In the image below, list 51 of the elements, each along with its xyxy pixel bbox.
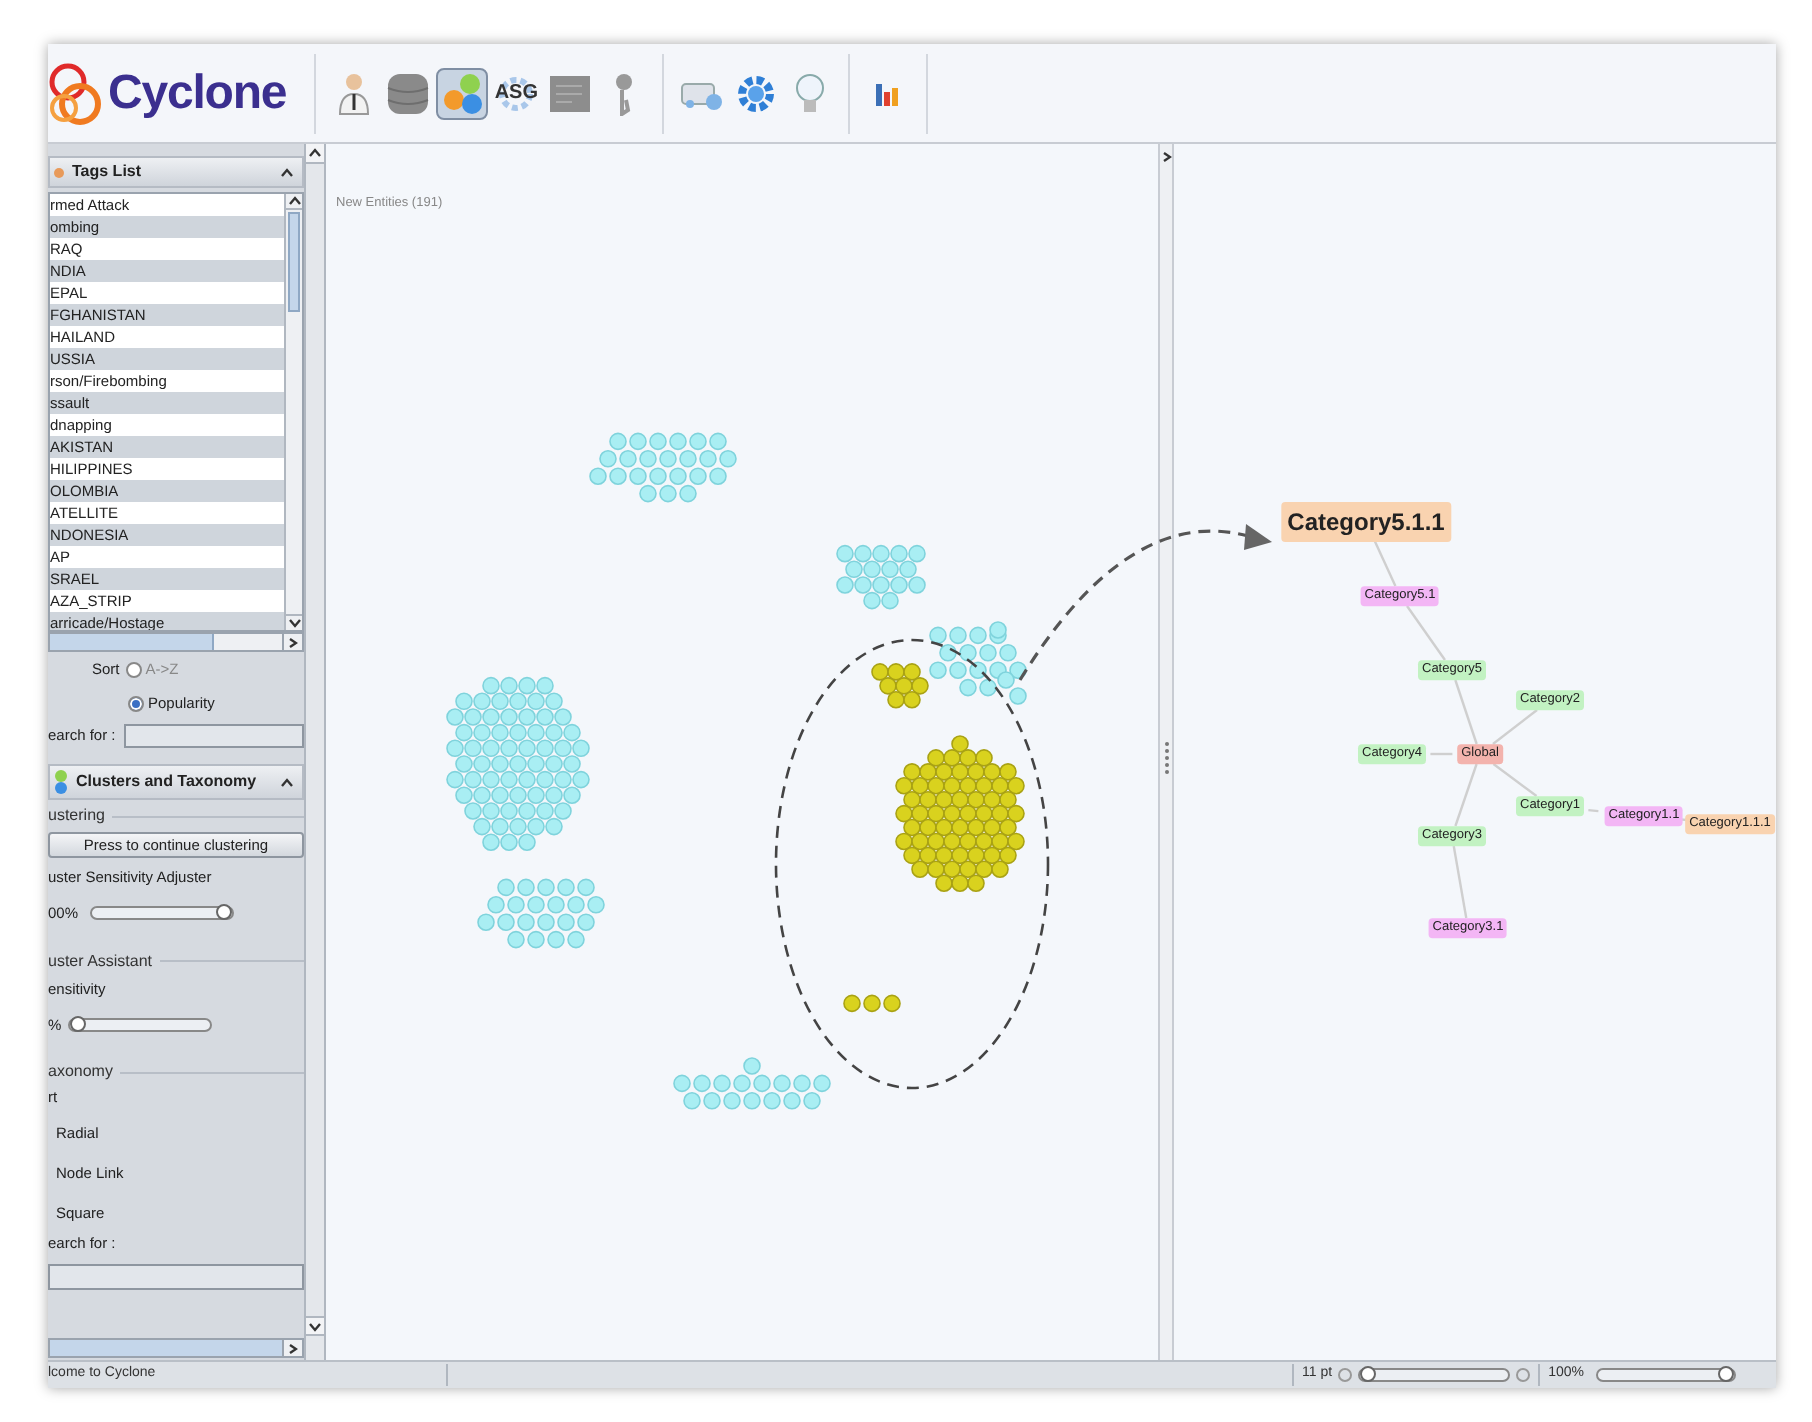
scroll-up-icon[interactable] [308,148,322,158]
tag-icon [54,167,64,177]
key-icon [612,71,637,115]
graph-edge [1406,605,1446,661]
clusters-icon [440,71,485,115]
horizontal-scrollbar[interactable] [48,1338,304,1358]
slider-thumb[interactable] [69,1015,86,1032]
collapse-caret-icon[interactable] [280,777,294,787]
bar-chart-icon [874,79,903,107]
slider-thumb[interactable] [1718,1366,1734,1382]
settings-icon [734,71,779,115]
sensitivity-slider[interactable] [90,906,235,921]
toolbar-button[interactable] [436,67,489,119]
light-bulb-icon [794,71,827,115]
scroll-up-icon[interactable] [287,196,301,206]
scroll-right-icon[interactable] [288,1343,298,1353]
database-icon [386,69,431,117]
vertical-scrollbar[interactable] [304,144,326,1360]
graph-edge [1492,709,1538,745]
clusters-icon [54,770,68,794]
toolbar-button[interactable]: ASG [490,67,543,119]
slider-thumb[interactable] [216,904,233,921]
grip-icon[interactable] [1163,739,1169,775]
section-heading: ustering [48,804,105,828]
graph-edge [1452,845,1468,919]
slider-thumb[interactable] [1360,1366,1377,1382]
taxonomy-node[interactable]: Category5.1.1 [1281,502,1451,542]
panel-title: Tags List [72,160,142,184]
panel-title: Clusters and Taxonomy [76,770,257,794]
app-logo-text: Cyclone [108,69,287,117]
collapse-caret-icon[interactable] [280,167,294,177]
scroll-down-icon[interactable] [308,1322,322,1332]
scroll-down-icon[interactable] [287,618,301,628]
zoom-slider[interactable] [1596,1368,1736,1382]
scroll-right-icon[interactable] [288,637,298,647]
search-field[interactable] [123,724,304,748]
graph-edge [1430,752,1453,756]
graph-edge [1454,679,1478,745]
graph-edge [1492,763,1538,797]
horizontal-scrollbar[interactable] [48,632,304,652]
vertical-scrollbar[interactable] [284,194,302,630]
section-heading: uster Assistant [48,949,153,973]
person-icon [338,71,371,115]
graph-edge [1588,808,1599,813]
search-field[interactable] [48,1263,304,1289]
document-icon [548,73,593,113]
graph-edge [1454,763,1478,827]
section-heading: axonomy [48,1060,113,1084]
graph-edge [1373,539,1397,587]
font-size-slider[interactable] [1358,1368,1511,1382]
sensitivity-slider[interactable] [67,1017,212,1032]
